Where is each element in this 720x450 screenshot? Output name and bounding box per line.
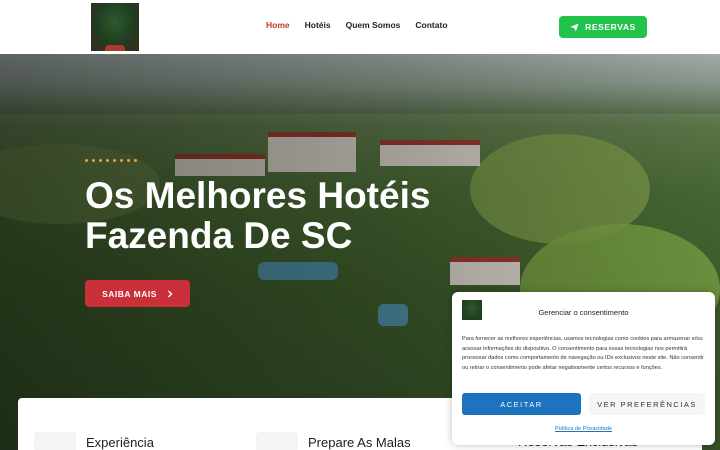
accept-cookies-button[interactable]: ACEITAR — [462, 393, 581, 415]
cookie-title: Gerenciar o consentimento — [538, 308, 629, 317]
hero-title: Os Melhores Hotéis Fazenda De SC — [85, 176, 505, 256]
feature-icon — [34, 432, 76, 450]
nav-item-contato[interactable]: Contato — [415, 20, 447, 30]
hero-title-line-1: Os Melhores Hotéis — [85, 175, 431, 216]
reservas-button[interactable]: RESERVAS — [559, 16, 647, 38]
feature-card-prepare-as-malas: Prepare As Malas — [256, 432, 411, 450]
feature-card-title: Prepare As Malas — [308, 434, 411, 450]
main-nav: Home Hotéis Quem Somos Contato — [266, 20, 463, 30]
saiba-mais-button[interactable]: SAIBA MAIS — [85, 280, 190, 307]
site-header: Home Hotéis Quem Somos Contato RESERVAS — [0, 0, 720, 54]
paper-plane-icon — [570, 22, 579, 32]
feature-card-title: Experiência — [86, 434, 154, 450]
view-preferences-button[interactable]: VER PREFERÊNCIAS — [589, 393, 705, 415]
hero-title-line-2: Fazenda De SC — [85, 215, 353, 256]
saiba-mais-label: SAIBA MAIS — [102, 288, 157, 299]
nav-item-hoteis[interactable]: Hotéis — [305, 20, 331, 30]
site-logo[interactable] — [91, 3, 139, 51]
nav-item-home[interactable]: Home — [266, 20, 290, 30]
decorative-dots — [85, 159, 137, 162]
nav-item-quem-somos[interactable]: Quem Somos — [346, 20, 401, 30]
privacy-policy-link[interactable]: Política de Privacidade — [452, 426, 715, 432]
cookie-text: Para fornecer as melhores experiências, … — [462, 336, 704, 371]
cookie-consent-dialog: Gerenciar o consentimento Para fornecer … — [452, 292, 715, 445]
feature-card-experiencia: Experiência — [34, 432, 154, 450]
chevron-right-icon — [167, 290, 173, 297]
feature-icon — [256, 432, 298, 450]
reservas-label: RESERVAS — [585, 22, 636, 32]
